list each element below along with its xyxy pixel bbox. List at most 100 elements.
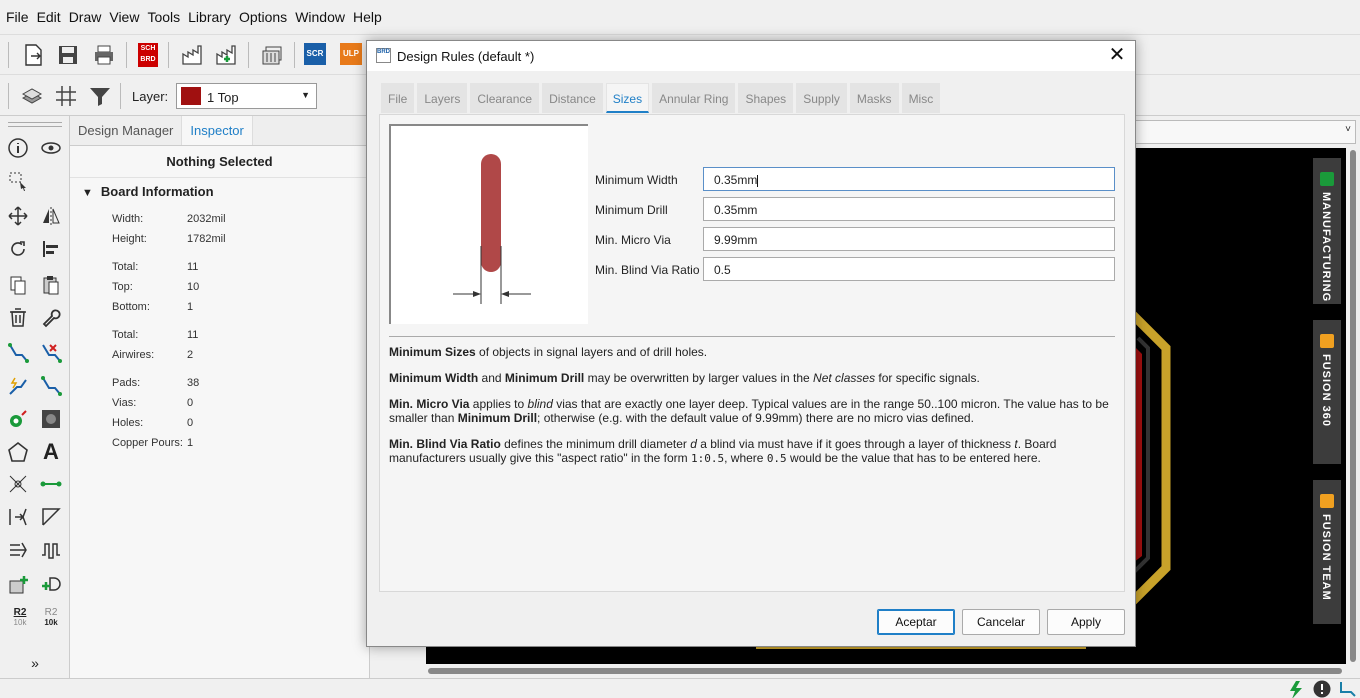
menu-help[interactable]: Help: [349, 9, 386, 25]
drc-ok-icon[interactable]: [1286, 681, 1306, 698]
print-icon[interactable]: [92, 43, 116, 67]
smash-value-button[interactable]: R2 10k: [9, 608, 31, 628]
pads-key: Pads:: [112, 377, 141, 389]
dialog-title-bar[interactable]: BRD Design Rules (default *) ✕: [367, 41, 1135, 71]
new-file-icon[interactable]: [22, 43, 46, 67]
help-emphasis: blind: [527, 397, 553, 411]
layer-select[interactable]: 1 Top ▼: [176, 83, 317, 109]
grid-icon[interactable]: [54, 84, 78, 108]
align-icon[interactable]: [38, 236, 64, 262]
show-eye-icon[interactable]: [38, 135, 64, 161]
group-select-icon[interactable]: [5, 168, 31, 194]
paste-icon[interactable]: [38, 272, 64, 298]
length-tune-icon[interactable]: [5, 537, 31, 563]
tab-sizes[interactable]: Sizes: [605, 83, 650, 113]
meander-icon[interactable]: [38, 537, 64, 563]
menu-library[interactable]: Library: [184, 9, 235, 25]
minimum-drill-field[interactable]: 0.35mm: [703, 197, 1115, 221]
tab-clearance[interactable]: Clearance: [470, 83, 540, 113]
menu-tools[interactable]: Tools: [143, 9, 184, 25]
toolbar-grip: [8, 126, 62, 127]
board-information-header[interactable]: ▼ Board Information: [70, 178, 369, 206]
min-micro-via-field[interactable]: 9.99mm: [703, 227, 1115, 251]
tab-annular-ring[interactable]: Annular Ring: [652, 83, 736, 113]
slice-icon[interactable]: [38, 373, 64, 399]
toolbar-grip: [8, 122, 62, 123]
menu-file[interactable]: File: [2, 9, 33, 25]
layer-settings-icon[interactable]: [20, 84, 44, 108]
toolbar-separator: [8, 83, 9, 109]
minimum-width-field[interactable]: 0.35mm: [703, 167, 1115, 191]
expand-more-icon[interactable]: »: [22, 650, 48, 676]
mirror-icon[interactable]: [38, 203, 64, 229]
add-gate-icon[interactable]: [38, 572, 64, 598]
vias-key: Vias:: [112, 397, 137, 409]
help-text: and: [478, 371, 505, 385]
save-icon[interactable]: [56, 43, 80, 67]
menu-draw[interactable]: Draw: [65, 9, 106, 25]
fanout-icon[interactable]: [5, 471, 31, 497]
tab-supply[interactable]: Supply: [796, 83, 847, 113]
scroll-thumb[interactable]: [1350, 150, 1356, 662]
wire-icon[interactable]: [38, 471, 64, 497]
route-status-icon[interactable]: [1338, 680, 1358, 698]
bus-entry-icon[interactable]: [5, 504, 31, 530]
cancel-button[interactable]: Cancelar: [962, 609, 1040, 635]
rotate-icon[interactable]: [5, 236, 31, 262]
manufacturing-export-icon[interactable]: [214, 43, 238, 67]
fusion-360-tab[interactable]: FUSION 360: [1313, 320, 1341, 464]
polygon-icon[interactable]: [5, 439, 31, 465]
tab-layers[interactable]: Layers: [417, 83, 468, 113]
tab-design-manager[interactable]: Design Manager: [70, 116, 183, 145]
vertical-scrollbar[interactable]: [1346, 148, 1360, 664]
menu-window[interactable]: Window: [291, 9, 349, 25]
hole-icon[interactable]: [38, 406, 64, 432]
menu-options[interactable]: Options: [235, 9, 291, 25]
menu-view[interactable]: View: [105, 9, 143, 25]
help-text: may be overwritten by larger values in t…: [584, 371, 814, 385]
copy-icon[interactable]: [5, 272, 31, 298]
library-icon[interactable]: [260, 43, 284, 67]
tab-distance[interactable]: Distance: [542, 83, 603, 113]
run-script-icon[interactable]: SCR: [304, 43, 326, 65]
manufacturing-tab[interactable]: MANUFACTURING: [1313, 158, 1341, 304]
warning-icon[interactable]: [1312, 680, 1332, 698]
route-icon[interactable]: [5, 340, 31, 366]
accept-button[interactable]: Aceptar: [877, 609, 955, 635]
delete-icon[interactable]: [5, 304, 31, 330]
horizontal-scrollbar[interactable]: [426, 664, 1346, 678]
dialog-title: Design Rules (default *): [397, 49, 535, 64]
tab-misc[interactable]: Misc: [901, 83, 941, 113]
close-icon[interactable]: ✕: [1105, 44, 1129, 68]
schematic-board-switch-icon[interactable]: SCH BRD: [138, 43, 158, 67]
move-icon[interactable]: [5, 203, 31, 229]
tab-file[interactable]: File: [381, 83, 415, 113]
add-part-icon[interactable]: [5, 572, 31, 598]
miter-icon[interactable]: [38, 504, 64, 530]
top-value: 10: [187, 281, 200, 293]
help-paragraph-4: Min. Blind Via Ratio defines the minimum…: [389, 437, 1115, 466]
wrench-icon[interactable]: [38, 304, 64, 330]
ripup-icon[interactable]: [38, 340, 64, 366]
menu-edit[interactable]: Edit: [33, 9, 65, 25]
tab-shapes[interactable]: Shapes: [738, 83, 794, 113]
info-icon[interactable]: [5, 135, 31, 161]
expand-arrow-icon[interactable]: ▼: [82, 187, 93, 199]
min-blind-via-ratio-field[interactable]: 0.5: [703, 257, 1115, 281]
fusion-team-tab[interactable]: FUSION TEAM: [1313, 480, 1341, 624]
tab-inspector[interactable]: Inspector: [182, 116, 253, 145]
run-ulp-icon[interactable]: ULP: [340, 43, 362, 65]
value-button[interactable]: R2 10k: [40, 608, 62, 628]
command-line-input[interactable]: ˅: [1133, 120, 1356, 144]
autorouter-icon[interactable]: [5, 373, 31, 399]
cam-processor-icon[interactable]: [180, 43, 204, 67]
minimum-drill-label: Minimum Drill: [595, 203, 668, 217]
scroll-thumb[interactable]: [428, 668, 1342, 674]
text-icon[interactable]: A: [38, 439, 64, 465]
minimum-width-value: 0.35mm: [714, 173, 758, 187]
apply-button[interactable]: Apply: [1047, 609, 1125, 635]
filter-icon[interactable]: [88, 84, 112, 108]
command-toolbar: A R2 10k R2 10k »: [0, 116, 70, 678]
tab-masks[interactable]: Masks: [849, 83, 899, 113]
via-icon[interactable]: [5, 406, 31, 432]
